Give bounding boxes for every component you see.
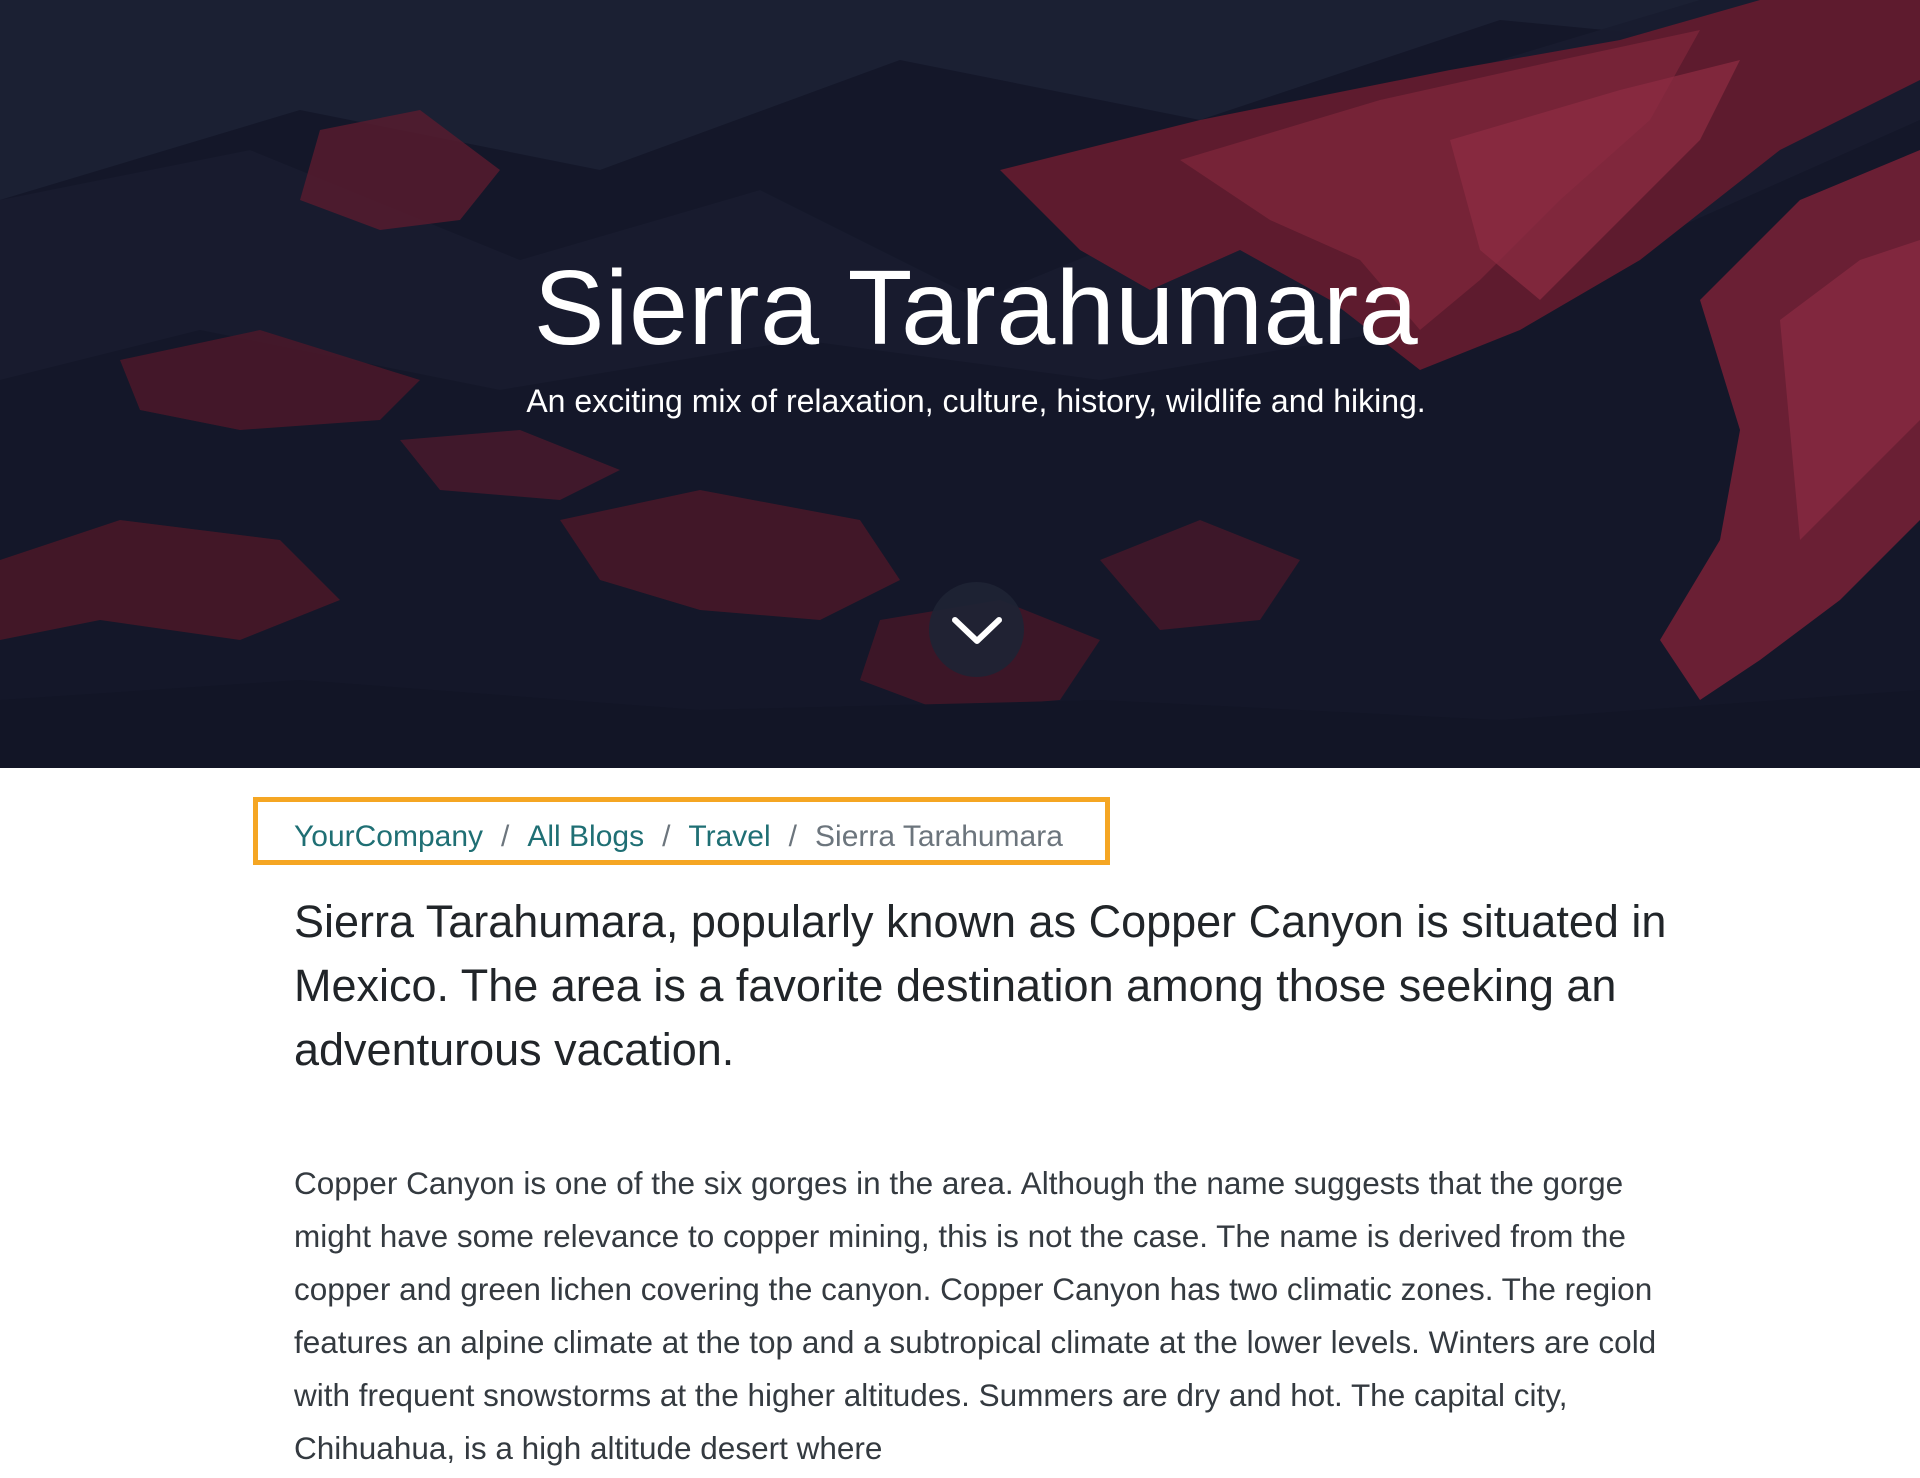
breadcrumb-current: Sierra Tarahumara	[815, 820, 1063, 853]
breadcrumb-item-travel[interactable]: Travel	[688, 820, 770, 854]
breadcrumb: YourCompany / All Blogs / Travel / Sierr…	[294, 812, 1063, 862]
breadcrumb-item-all-blogs[interactable]: All Blogs	[527, 820, 644, 854]
hero-title: Sierra Tarahumara	[533, 249, 1419, 367]
article-lead: Sierra Tarahumara, popularly known as Co…	[294, 896, 1667, 1075]
chevron-down-icon	[951, 616, 1002, 644]
hero-subtitle: An exciting mix of relaxation, culture, …	[526, 383, 1426, 419]
breadcrumb-separator: /	[662, 820, 671, 853]
breadcrumb-separator: /	[501, 820, 510, 853]
hero-banner: Sierra Tarahumara An exciting mix of rel…	[0, 0, 1920, 768]
scroll-down-button[interactable]	[929, 582, 1024, 677]
breadcrumb-separator: /	[788, 820, 798, 853]
breadcrumb-item-yourcompany[interactable]: YourCompany	[294, 820, 483, 854]
article-paragraph: Copper Canyon is one of the six gorges i…	[294, 1165, 1657, 1466]
